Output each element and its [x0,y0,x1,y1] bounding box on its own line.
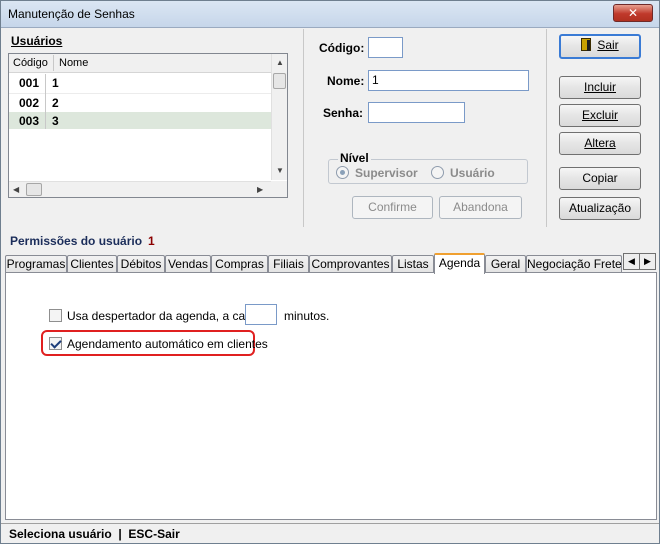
senha-label: Senha: [323,106,364,120]
users-row-001[interactable]: 001 1 [9,74,272,91]
column-separator [53,55,54,71]
tab-programas[interactable]: Programas [5,255,67,273]
sair-button[interactable]: Sair [559,34,641,59]
scroll-up-icon[interactable]: ▲ [276,58,284,67]
column-header-nome[interactable]: Nome [59,57,88,69]
tab-scroll-left-icon[interactable]: ◀ [623,253,640,270]
users-row-003[interactable]: 003 3 [9,112,272,129]
tab-vendas[interactable]: Vendas [165,255,211,273]
scroll-corner [271,181,287,197]
row-codigo: 001 [19,76,40,90]
tab-negociacao-frete[interactable]: Negociação Frete [526,255,622,273]
abandona-button[interactable]: Abandona [439,196,522,219]
title-bar: Manutenção de Senhas ✕ [1,1,659,28]
vertical-scroll-thumb[interactable] [273,73,286,89]
column-header-codigo[interactable]: Código [13,57,48,69]
tab-comprovantes[interactable]: Comprovantes [309,255,392,273]
row-nome: 2 [52,96,59,110]
window-title: Manutenção de Senhas [8,7,135,21]
auto-schedule-label: Agendamento automático em clientes [67,337,268,351]
senha-input[interactable] [368,102,465,123]
scroll-right-icon[interactable]: ▶ [257,185,263,194]
horizontal-scroll-thumb[interactable] [26,183,42,196]
usuario-label: Usuário [450,166,495,180]
permissions-tabstrip: Programas Clientes Débitos Vendas Compra… [5,253,657,274]
alarm-label: Usa despertador da agenda, a cada [67,309,259,323]
row-codigo: 002 [19,96,40,110]
row-codigo: 003 [19,114,40,128]
row-nome: 3 [52,114,59,128]
alarm-minutes-input[interactable] [245,304,277,325]
permissions-user-value: 1 [148,234,155,248]
codigo-input[interactable] [368,37,403,58]
supervisor-label: Supervisor [355,166,418,180]
users-list-vertical-scrollbar[interactable]: ▲ ▼ [271,54,287,180]
altera-button[interactable]: Altera [559,132,641,155]
codigo-label: Código: [319,41,365,55]
nome-label: Nome: [327,74,365,88]
tab-clientes[interactable]: Clientes [67,255,117,273]
usuario-radio[interactable] [431,166,444,179]
tab-scroll-right-icon[interactable]: ▶ [639,253,656,270]
minutes-suffix: minutos. [284,309,330,323]
nivel-legend: Nível [338,151,371,165]
close-button[interactable]: ✕ [613,4,653,22]
users-label: Usuários [11,34,63,48]
tab-compras[interactable]: Compras [211,255,268,273]
divider-right [546,29,547,227]
excluir-button[interactable]: Excluir [559,104,641,127]
tab-debitos[interactable]: Débitos [117,255,165,273]
confirme-button[interactable]: Confirme [352,196,433,219]
status-text: Seleciona usuário | ESC-Sair [9,527,180,541]
agenda-tab-panel: Usa despertador da agenda, a cada minuto… [5,272,657,520]
radio-selected-dot [340,170,345,175]
exit-door-icon [581,38,592,51]
copiar-button[interactable]: Copiar [559,167,641,190]
permissions-label: Permissões do usuário [10,234,143,248]
incluir-label: Incluir [583,80,616,94]
auto-schedule-checkbox[interactable] [49,337,62,350]
supervisor-radio[interactable] [336,166,349,179]
users-row-002[interactable]: 002 2 [9,93,272,110]
users-list-horizontal-scrollbar[interactable]: ◀ ▶ [9,181,272,197]
scroll-left-icon[interactable]: ◀ [13,185,19,194]
altera-label: Altera [584,136,616,150]
status-bar: Seleciona usuário | ESC-Sair [1,523,659,543]
close-icon: ✕ [627,6,639,20]
tab-geral[interactable]: Geral [485,255,526,273]
password-maintenance-window: Manutenção de Senhas ✕ Usuários Código N… [0,0,660,544]
row-nome: 1 [52,76,59,90]
nome-input[interactable]: 1 [368,70,529,91]
scroll-down-icon[interactable]: ▼ [276,166,284,175]
users-list-header: Código Nome [9,54,272,73]
users-list[interactable]: Código Nome 001 1 002 2 003 3 ▲ ▼ ◀ ▶ [8,53,288,198]
tab-agenda[interactable]: Agenda [434,253,485,274]
excluir-label: Excluir [581,108,618,122]
tab-filiais[interactable]: Filiais [268,255,309,273]
alarm-checkbox[interactable] [49,309,62,322]
tab-listas[interactable]: Listas [392,255,434,273]
sair-label: Sair [597,38,619,52]
atualizacao-button[interactable]: Atualização [559,197,641,220]
row-column-separator [45,74,46,129]
divider-left [303,29,304,227]
incluir-button[interactable]: Incluir [559,76,641,99]
nivel-groupbox: Nível Supervisor Usuário [328,151,528,184]
